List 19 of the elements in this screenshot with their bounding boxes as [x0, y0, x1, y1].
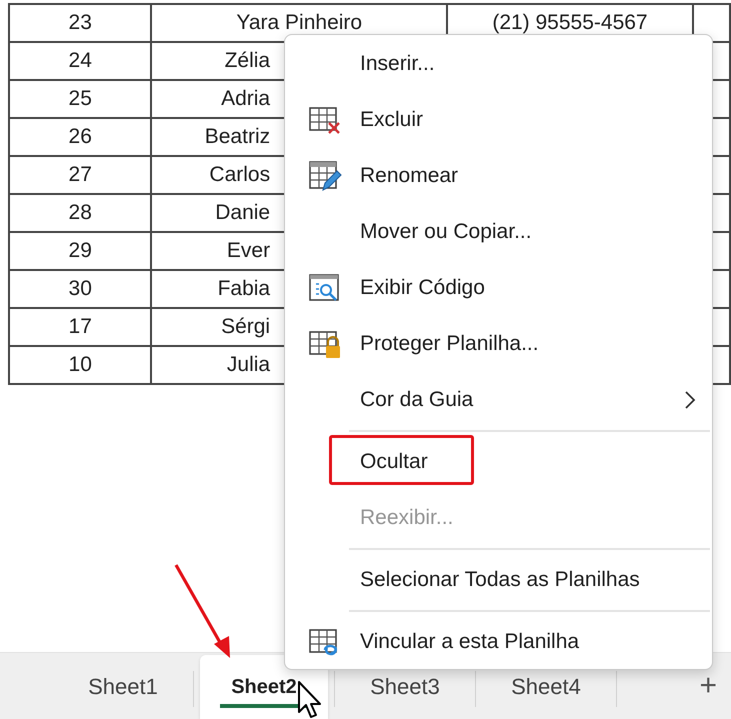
table-cell: 30: [9, 270, 152, 308]
code-icon: [309, 273, 342, 303]
add-sheet-button[interactable]: +: [693, 671, 723, 701]
table-cell: 17: [9, 308, 152, 346]
menu-item[interactable]: Selecionar Todas as Planilhas: [285, 552, 712, 608]
delete-icon: [309, 105, 342, 135]
rename-icon: [309, 161, 342, 191]
table-cell: 29: [9, 232, 152, 270]
table-cell: 10: [9, 346, 152, 384]
sheet-tab[interactable]: Sheet1: [53, 653, 193, 719]
table-cell: 27: [9, 156, 152, 194]
table-cell: 28: [9, 194, 152, 232]
mouse-pointer-icon: [297, 680, 323, 719]
menu-item[interactable]: Ocultar: [285, 434, 712, 490]
table-cell: 24: [9, 42, 152, 80]
table-cell: 25: [9, 80, 152, 118]
table-cell: 26: [9, 118, 152, 156]
lock-icon: [309, 329, 342, 359]
table-cell: 23: [9, 4, 152, 42]
